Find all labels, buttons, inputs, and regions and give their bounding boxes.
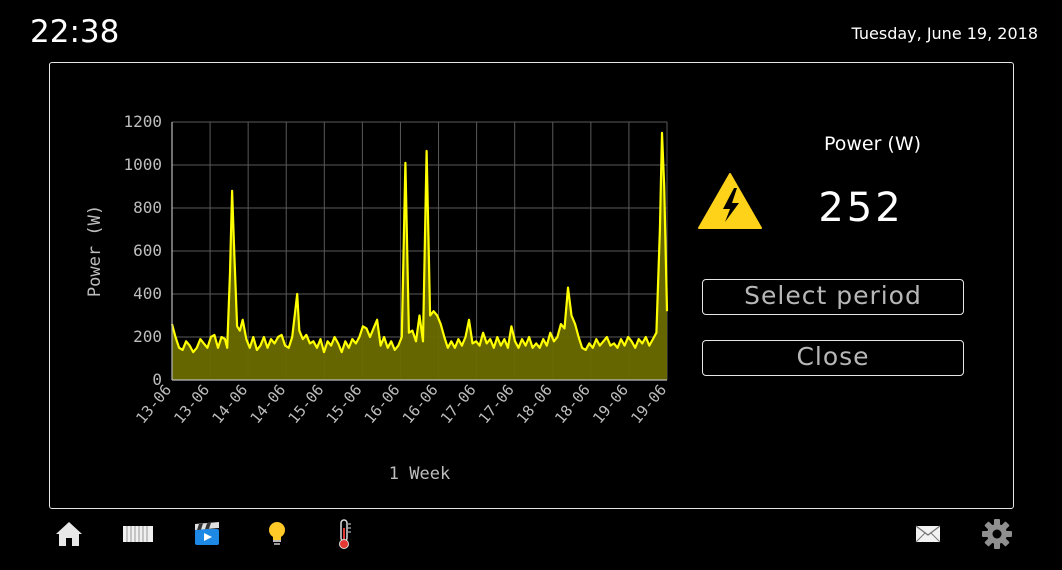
media-button[interactable] — [189, 516, 225, 552]
x-tick-label: 15-06 — [285, 381, 328, 427]
x-tick-label: 16-06 — [399, 381, 442, 427]
messages-button[interactable] — [910, 516, 946, 552]
power-dialog: 0 200 400 600 800 1000 1200 13-06 13-06 14-06 14-0… — [49, 62, 1014, 509]
y-tick-label: 600 — [133, 241, 162, 260]
power-series-line — [170, 131, 669, 354]
y-tick-label: 200 — [133, 327, 162, 346]
x-tick-label: 15-06 — [323, 381, 366, 427]
x-tick-label: 13-06 — [170, 381, 213, 427]
thermometer-icon — [339, 519, 351, 549]
home-button[interactable] — [51, 516, 87, 552]
radiator-icon — [123, 526, 153, 542]
settings-button[interactable] — [979, 516, 1015, 552]
select-period-button[interactable]: Select period — [702, 279, 964, 315]
x-tick-label: 14-06 — [208, 381, 251, 427]
x-tick-label: 17-06 — [437, 381, 480, 427]
y-tick-label: 800 — [133, 198, 162, 217]
y-tick-label: 400 — [133, 284, 162, 303]
lights-button[interactable] — [259, 516, 295, 552]
x-tick-label: 16-06 — [361, 381, 404, 427]
y-tick-label: 1200 — [123, 112, 162, 131]
x-tick-label: 19-06 — [589, 381, 632, 427]
clock-time: 22:38 — [30, 14, 120, 50]
light-bulb-icon — [269, 522, 285, 545]
x-tick-label: 17-06 — [475, 381, 518, 427]
high-voltage-warning-icon — [698, 173, 762, 229]
media-clapperboard-icon — [195, 522, 219, 545]
mail-icon — [915, 525, 941, 543]
close-button[interactable]: Close — [702, 340, 964, 376]
home-icon — [56, 522, 82, 546]
power-value: 252 — [818, 185, 904, 231]
x-tick-label: 14-06 — [246, 381, 289, 427]
power-chart: 02004006008001000120013-0613-0614-0614-0… — [85, 112, 670, 484]
power-title: Power (W) — [823, 133, 922, 155]
y-axis-label: Power (W) — [85, 205, 105, 297]
heating-button[interactable] — [120, 516, 156, 552]
settings-gear-icon — [982, 519, 1012, 549]
x-axis-label: 1 Week — [389, 464, 450, 484]
x-tick-label: 18-06 — [551, 381, 594, 427]
power-area-fill — [172, 132, 667, 380]
x-tick-label: 18-06 — [513, 381, 556, 427]
x-tick-label: 19-06 — [627, 381, 670, 427]
current-date: Tuesday, June 19, 2018 — [851, 24, 1038, 43]
temperature-button[interactable] — [326, 516, 362, 552]
y-tick-label: 1000 — [123, 155, 162, 174]
